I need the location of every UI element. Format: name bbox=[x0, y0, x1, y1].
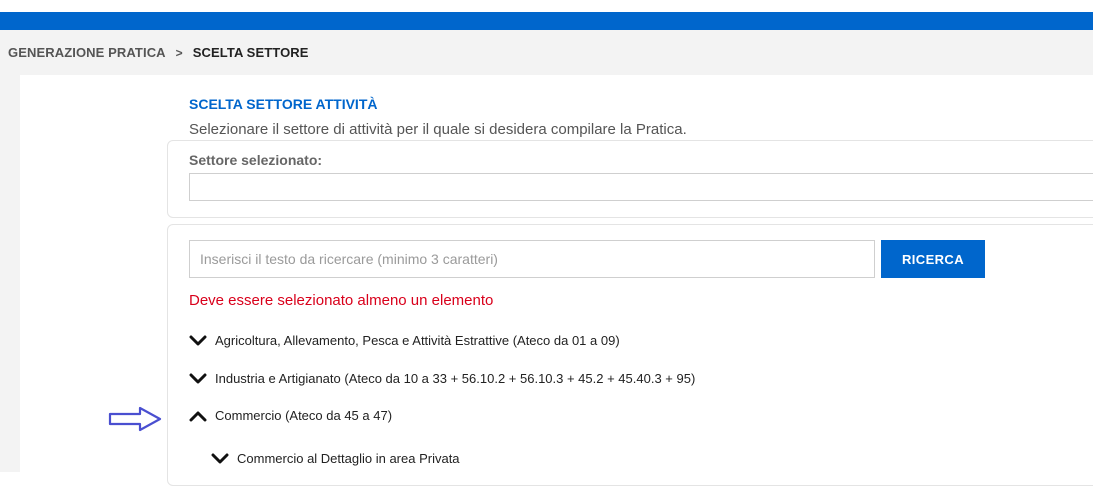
page-title: SCELTA SETTORE ATTIVITÀ bbox=[189, 96, 378, 112]
left-gutter bbox=[0, 75, 20, 472]
tree-item-commercio-dettaglio-privata[interactable]: Commercio al Dettaglio in area Privata bbox=[211, 451, 460, 466]
search-button[interactable]: RICERCA bbox=[881, 240, 985, 278]
tree-item-agricoltura[interactable]: Agricoltura, Allevamento, Pesca e Attivi… bbox=[189, 333, 620, 348]
top-blue-band bbox=[0, 12, 1093, 30]
tree-item-label: Commercio (Ateco da 45 a 47) bbox=[215, 408, 393, 423]
tree-item-label: Industria e Artigianato (Ateco da 10 a 3… bbox=[215, 371, 696, 386]
selected-sector-field bbox=[189, 173, 1093, 201]
chevron-up-icon[interactable] bbox=[189, 409, 207, 423]
search-input[interactable] bbox=[189, 240, 875, 278]
validation-error: Deve essere selezionato almeno un elemen… bbox=[189, 292, 494, 309]
page-subtitle: Selezionare il settore di attività per i… bbox=[189, 121, 687, 138]
top-bar bbox=[0, 0, 1093, 30]
breadcrumb: GENERAZIONE PRATICA > SCELTA SETTORE bbox=[0, 30, 1093, 75]
chevron-down-icon[interactable] bbox=[189, 372, 207, 386]
tree-item-label: Commercio al Dettaglio in area Privata bbox=[237, 451, 460, 466]
tree-item-industria[interactable]: Industria e Artigianato (Ateco da 10 a 3… bbox=[189, 371, 695, 386]
breadcrumb-item-generazione-pratica[interactable]: GENERAZIONE PRATICA bbox=[0, 45, 166, 60]
chevron-down-icon[interactable] bbox=[211, 452, 229, 466]
tree-item-commercio[interactable]: Commercio (Ateco da 45 a 47) bbox=[189, 408, 392, 423]
chevron-down-icon[interactable] bbox=[189, 334, 207, 348]
breadcrumb-item-scelta-settore: SCELTA SETTORE bbox=[192, 45, 309, 60]
breadcrumb-separator: > bbox=[175, 45, 183, 60]
selected-sector-label: Settore selezionato: bbox=[189, 152, 323, 168]
right-arrow-outline-icon bbox=[108, 405, 164, 433]
tree-item-label: Agricoltura, Allevamento, Pesca e Attivi… bbox=[215, 333, 620, 348]
